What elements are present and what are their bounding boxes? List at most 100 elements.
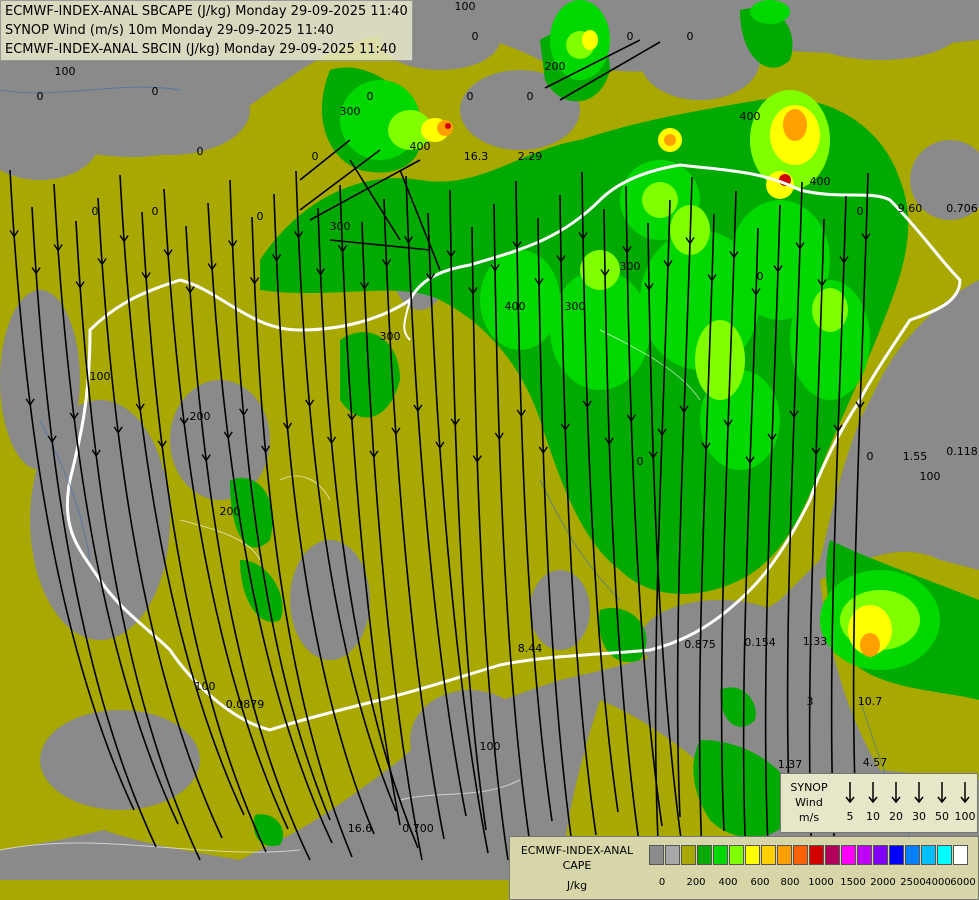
cin-label: 0 (467, 90, 474, 103)
title-line-1: ECMWF-INDEX-ANAL SBCAPE (J/kg) Monday 29… (5, 4, 408, 19)
cin-label: 100 (195, 680, 216, 693)
cin-label: 4.57 (863, 756, 888, 769)
cin-label: 0.875 (684, 638, 716, 651)
cin-label: 0 (857, 205, 864, 218)
cape-legend-values: 0 200 400 600 800 1000 1500 2000 2500 4000 6000 (510, 877, 978, 891)
cin-label: 2.29 (518, 150, 543, 163)
cape-color-swatch (841, 845, 856, 865)
synop-speed: 30 (912, 810, 926, 823)
cape-color-swatch (681, 845, 696, 865)
title-line-3: ECMWF-INDEX-ANAL SBCIN (J/kg) Monday 29-… (5, 42, 397, 57)
cape-color-swatch (777, 845, 792, 865)
cape-legend-value: 4000 (925, 877, 951, 888)
cin-label: 1.55 (903, 450, 928, 463)
cin-label: 100 (90, 370, 111, 383)
cape-color-swatch (761, 845, 776, 865)
cape-legend-value: 2000 (870, 877, 896, 888)
cin-label: 0.706 (946, 202, 978, 215)
cin-label: 0 (152, 205, 159, 218)
cin-label: 0 (687, 30, 694, 43)
cape-color-swatch (825, 845, 840, 865)
synop-legend-title: SYNOP Wind m/s (783, 780, 835, 825)
cin-label: 1.33 (803, 635, 828, 648)
cape-color-swatch (649, 845, 664, 865)
cin-label: 200 (220, 505, 241, 518)
cape-legend-value: 600 (750, 877, 770, 888)
synop-arrow-icons (845, 782, 970, 804)
cin-label: 1.37 (778, 758, 803, 771)
cin-label: 300 (565, 300, 586, 313)
cape-color-swatch (793, 845, 808, 865)
cin-label: 0 (472, 30, 479, 43)
cin-label: 0 (92, 205, 99, 218)
synop-wind-legend: SYNOP Wind m/s 5 10 20 30 50 100 (780, 773, 978, 833)
cin-label: 0 (197, 145, 204, 158)
cin-label: 100 (55, 65, 76, 78)
cape-color-swatch (713, 845, 728, 865)
cape-legend-value: 2500 (900, 877, 926, 888)
synop-speed: 50 (935, 810, 949, 823)
cape-color-swatch (745, 845, 760, 865)
cin-label: 300 (380, 330, 401, 343)
cape-legend-value: 800 (780, 877, 800, 888)
weather-map: 00000 0 000 0 000000 010010010010010010020020… (0, 0, 979, 900)
cin-label: 100 (920, 470, 941, 483)
cape-color-swatch (665, 845, 680, 865)
synop-speed: 20 (889, 810, 903, 823)
cape-legend-title-2: CAPE (562, 859, 592, 872)
cape-color-swatch (921, 845, 936, 865)
cin-label: 300 (330, 220, 351, 233)
cin-label: 0 (37, 90, 44, 103)
cape-color-swatch (953, 845, 968, 865)
cin-label: 0 (257, 210, 264, 223)
cape-color-swatch (729, 845, 744, 865)
cin-label: 8.44 (518, 642, 543, 655)
cin-label: 0 (867, 450, 874, 463)
cape-legend-value: 0 (658, 877, 666, 888)
cape-legend-title-1: ECMWF-INDEX-ANAL (520, 844, 634, 857)
cin-label: 16.6 (348, 822, 373, 835)
synop-title-2: Wind (795, 796, 823, 809)
title-line-2: SYNOP Wind (m/s) 10m Monday 29-09-2025 1… (5, 23, 334, 38)
synop-speed: 100 (954, 810, 976, 823)
cin-label: 400 (740, 110, 761, 123)
cin-label: 0 (527, 90, 534, 103)
cin-label: 0.118 (946, 445, 978, 458)
cin-label: 200 (190, 410, 211, 423)
cin-label: 100 (455, 0, 476, 13)
cin-label: 200 (545, 60, 566, 73)
cin-label: 3 (807, 695, 814, 708)
cin-label: 0 (627, 30, 634, 43)
cape-color-swatch (905, 845, 920, 865)
cape-color-legend: ECMWF-INDEX-ANAL CAPE J/kg 0 200 400 600 800… (509, 836, 979, 900)
cin-label: 400 (410, 140, 431, 153)
cin-label: 400 (810, 175, 831, 188)
cin-label: 0.0879 (226, 698, 265, 711)
cape-color-swatch (873, 845, 888, 865)
cape-color-swatch (697, 845, 712, 865)
cape-color-swatches (649, 845, 969, 865)
cape-color-swatch (889, 845, 904, 865)
cin-label: 300 (340, 105, 361, 118)
cin-label: 300 (620, 260, 641, 273)
cin-label: 16.3 (464, 150, 489, 163)
synop-speed: 5 (846, 810, 854, 823)
cape-legend-value: 1000 (808, 877, 834, 888)
cin-label: 9.60 (898, 202, 923, 215)
synop-speed: 10 (866, 810, 880, 823)
cin-label: 0 (367, 90, 374, 103)
cin-label: 0 (757, 270, 764, 283)
cin-label: 0 (152, 85, 159, 98)
cape-color-swatch (937, 845, 952, 865)
cin-label: 0 (312, 150, 319, 163)
synop-title-1: SYNOP (790, 781, 828, 794)
synop-title-3: m/s (798, 811, 820, 824)
cin-label: 10.7 (858, 695, 883, 708)
cape-legend-value: 6000 (950, 877, 976, 888)
cape-legend-value: 200 (686, 877, 706, 888)
cin-label: 400 (505, 300, 526, 313)
cin-label: 0.700 (402, 822, 434, 835)
cin-label: 100 (480, 740, 501, 753)
cape-legend-value: 400 (718, 877, 738, 888)
cin-label: 0 (637, 455, 644, 468)
